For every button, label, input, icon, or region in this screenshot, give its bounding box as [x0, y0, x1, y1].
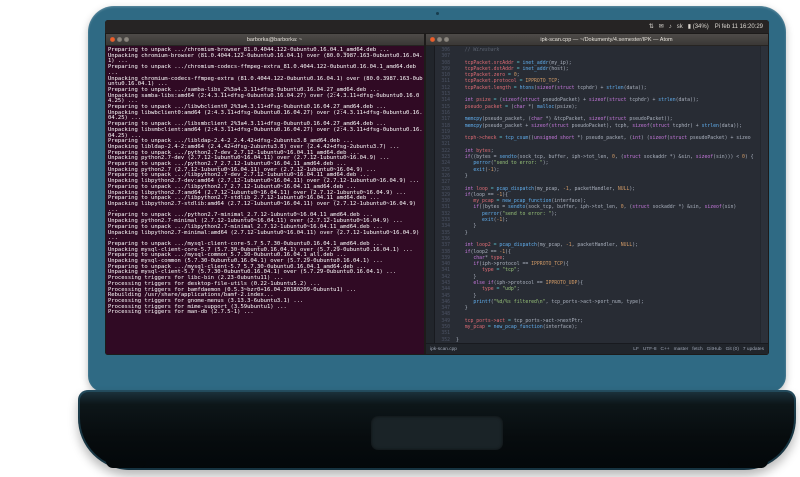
webcam-dot [436, 12, 439, 15]
laptop-foot-left [106, 461, 146, 468]
terminal-window-controls [110, 37, 129, 42]
status-right: LF UTF-8 C++ master fetch GitHub Git (0) 7 upda… [629, 347, 764, 352]
status-item[interactable]: UTF-8 [643, 347, 657, 352]
close-button[interactable] [430, 37, 436, 42]
status-item[interactable]: GitHub [707, 347, 722, 352]
editor-code[interactable]: // Wireshark tcpPacket.srcAddr = inet_ad… [453, 46, 760, 344]
close-button[interactable] [110, 37, 115, 42]
editor-window-controls [430, 37, 450, 42]
minimap-scrollbar[interactable] [760, 46, 768, 344]
code-line: tcph->check = tcp_csum((unsigned short *… [456, 136, 751, 142]
tree-view-dock[interactable] [426, 46, 436, 344]
desktop-top-panel: ⇅ ✉ ♪ sk ▮ (34%) Pi feb 11 16:20:29 [105, 20, 769, 33]
desktop-workspace: barborka@barborka: ~ Preparing to unpack… [105, 33, 769, 355]
terminal-line: Preparing to unpack .../chromium-codecs-… [108, 64, 420, 76]
code-line: memcpy(pseudo_packet + sizeof(struct pse… [456, 123, 743, 129]
status-item[interactable]: 7 updates [743, 347, 764, 352]
laptop-lid: ⇅ ✉ ♪ sk ▮ (34%) Pi feb 11 16:20:29 barborka… [88, 6, 786, 392]
minimize-button[interactable] [117, 37, 122, 42]
laptop-base [78, 390, 796, 470]
laptop-screen: ⇅ ✉ ♪ sk ▮ (34%) Pi feb 11 16:20:29 barborka… [105, 20, 769, 355]
mail-icon[interactable]: ✉ [659, 24, 664, 30]
network-icon[interactable]: ⇅ [649, 24, 654, 30]
editor-body: 306 307 308 309 310 311 312 313 314 315 316 317 318 3… [426, 46, 768, 344]
editor-window[interactable]: ipk-scan.cpp — ~/Dokumenty/4.semester/IP… [425, 33, 769, 355]
terminal-output[interactable]: Preparing to unpack .../chromium-browser… [106, 46, 425, 354]
status-file-path[interactable]: ipk-scan.cpp [430, 347, 457, 352]
laptop-foot-right [728, 461, 768, 468]
panel-indicators: ⇅ ✉ ♪ sk ▮ (34%) [644, 23, 709, 30]
editor-gutter: 306 307 308 309 310 311 312 313 314 315 316 317 318 3… [435, 46, 453, 344]
terminal-titlebar[interactable]: barborka@barborka: ~ [106, 34, 425, 46]
terminal-title: barborka@barborka: ~ [246, 36, 303, 43]
status-item[interactable]: master [674, 347, 689, 352]
trackpad [371, 416, 503, 450]
keyboard-layout-indicator[interactable]: sk [677, 24, 683, 30]
panel-clock[interactable]: Pi feb 11 16:20:29 [715, 24, 763, 30]
volume-icon[interactable]: ♪ [669, 24, 672, 30]
editor-statusbar: ipk-scan.cpp LF UTF-8 C++ master fetch GitHub… [426, 343, 768, 354]
minimize-button[interactable] [437, 37, 443, 42]
status-item[interactable]: C++ [661, 347, 670, 352]
battery-indicator[interactable]: ▮ (34%) [688, 24, 709, 30]
editor-title: ipk-scan.cpp — ~/Dokumenty/4.semester/IP… [540, 36, 673, 43]
editor-titlebar[interactable]: ipk-scan.cpp — ~/Dokumenty/4.semester/IP… [426, 34, 768, 46]
status-item[interactable]: fetch [692, 347, 702, 352]
status-item[interactable]: Git (0) [726, 347, 739, 352]
status-item[interactable]: LF [633, 347, 639, 352]
terminal-window[interactable]: barborka@barborka: ~ Preparing to unpack… [105, 33, 426, 355]
terminal-line: Processing triggers for man-db (2.7.5-1)… [108, 309, 254, 316]
